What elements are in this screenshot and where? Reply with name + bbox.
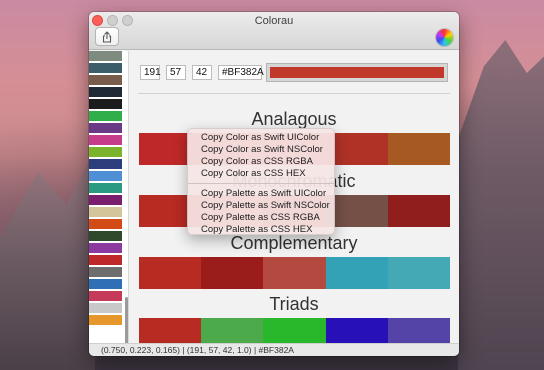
- swatch-scrollbar[interactable]: [125, 297, 128, 343]
- analagous-swatch-4[interactable]: [387, 133, 451, 165]
- color-well[interactable]: [266, 63, 448, 82]
- complementary-swatch-3[interactable]: [325, 257, 388, 289]
- menu-item-color-css-rgba[interactable]: Copy Color as CSS RGBA: [188, 156, 334, 168]
- swatch-container: [89, 51, 128, 325]
- context-menu: Copy Color as Swift UIColor Copy Color a…: [187, 128, 335, 235]
- swatch-item[interactable]: [89, 159, 122, 169]
- complementary-swatch-0[interactable]: [139, 257, 202, 289]
- swatch-item[interactable]: [89, 63, 122, 73]
- swatch-item[interactable]: [89, 291, 122, 301]
- menu-item-palette-uicolor[interactable]: Copy Palette as Swift UIColor: [188, 188, 334, 200]
- menu-item-color-nscolor[interactable]: Copy Color as Swift NSColor: [188, 144, 334, 156]
- desktop-mountain-left: [0, 150, 95, 370]
- complementary-swatch-2[interactable]: [263, 257, 326, 289]
- swatch-item[interactable]: [89, 147, 122, 157]
- monochromatic-swatch-4[interactable]: [387, 195, 451, 227]
- window-title: Colorau: [254, 15, 294, 27]
- swatch-item[interactable]: [89, 315, 122, 325]
- hex-field[interactable]: #BF382A: [218, 65, 264, 80]
- complementary-palette[interactable]: [139, 257, 451, 289]
- separator: [138, 93, 450, 94]
- share-icon: [102, 30, 112, 43]
- green-field[interactable]: 57: [166, 65, 186, 80]
- complementary-swatch-1[interactable]: [201, 257, 264, 289]
- swatch-item[interactable]: [89, 75, 122, 85]
- swatch-item[interactable]: [89, 207, 122, 217]
- triads-heading: Triads: [269, 294, 319, 314]
- swatch-item[interactable]: [89, 255, 122, 265]
- menu-item-palette-nscolor[interactable]: Copy Palette as Swift NSColor: [188, 200, 334, 212]
- swatch-item[interactable]: [89, 99, 122, 109]
- titlebar: Colorau: [89, 12, 459, 50]
- desktop-mountain-right: [458, 40, 544, 370]
- swatch-item[interactable]: [89, 183, 122, 193]
- complementary-swatch-4[interactable]: [387, 257, 451, 289]
- swatch-item[interactable]: [89, 279, 122, 289]
- swatch-item[interactable]: [89, 123, 122, 133]
- menu-separator: [188, 183, 334, 184]
- share-button[interactable]: [95, 27, 119, 46]
- menu-item-palette-css-hex[interactable]: Copy Palette as CSS HEX: [188, 224, 334, 236]
- swatch-item[interactable]: [89, 135, 122, 145]
- color-wheel-icon[interactable]: [436, 29, 453, 46]
- swatch-item[interactable]: [89, 219, 122, 229]
- complementary-heading: Complementary: [230, 233, 358, 253]
- swatch-item[interactable]: [89, 231, 122, 241]
- menu-item-color-uicolor[interactable]: Copy Color as Swift UIColor: [188, 132, 334, 144]
- swatch-item[interactable]: [89, 243, 122, 253]
- swatch-item[interactable]: [89, 87, 122, 97]
- swatch-item[interactable]: [89, 303, 122, 313]
- analagous-heading: Analagous: [251, 109, 337, 129]
- status-bar: (0.750, 0.223, 0.165) | (191, 57, 42, 1.…: [89, 343, 459, 356]
- swatch-list[interactable]: [89, 51, 129, 343]
- menu-item-color-css-hex[interactable]: Copy Color as CSS HEX: [188, 168, 334, 180]
- swatch-item[interactable]: [89, 111, 122, 121]
- swatch-item[interactable]: [89, 171, 122, 181]
- swatch-item[interactable]: [89, 195, 122, 205]
- swatch-item[interactable]: [89, 51, 122, 61]
- menu-item-palette-css-rgba[interactable]: Copy Palette as CSS RGBA: [188, 212, 334, 224]
- red-field[interactable]: 191: [140, 65, 161, 80]
- blue-field[interactable]: 42: [192, 65, 212, 80]
- swatch-item[interactable]: [89, 267, 122, 277]
- color-well-fill: [270, 67, 444, 78]
